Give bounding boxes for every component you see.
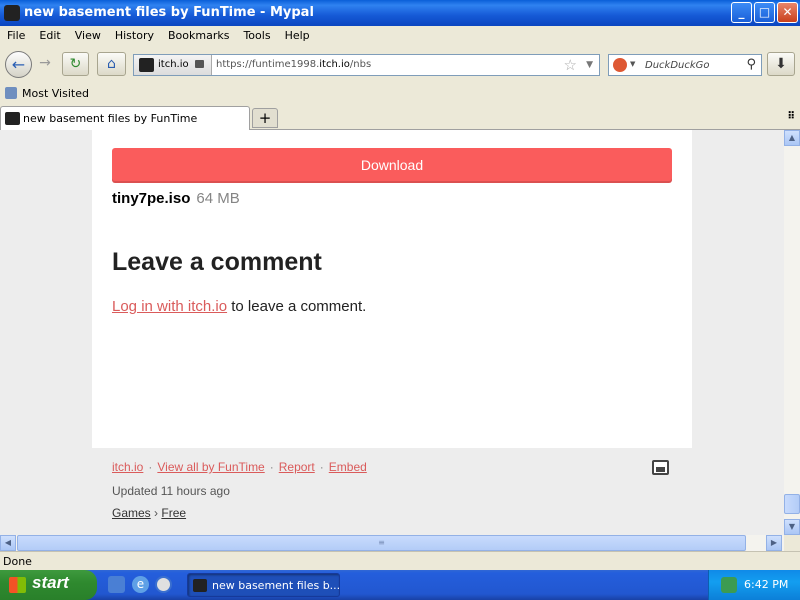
page-footer: itch.io · View all by FunTime · Report · Embed… — [112, 460, 682, 520]
footer-link-view-all[interactable]: View all by FunTime — [157, 460, 264, 474]
footer-link-itchio[interactable]: itch.io — [112, 460, 143, 474]
scroll-left-arrow-icon[interactable]: ◀ — [0, 535, 16, 551]
download-button[interactable]: Download — [112, 148, 672, 183]
login-suffix: to leave a comment. — [227, 298, 367, 315]
menu-edit[interactable]: Edit — [32, 26, 67, 46]
page-viewport: Download tiny7pe.iso 64 MB Leave a commen… — [0, 130, 784, 535]
url-path: /nbs — [349, 59, 372, 70]
menu-help[interactable]: Help — [278, 26, 317, 46]
menu-history[interactable]: History — [108, 26, 161, 46]
content-card: Download tiny7pe.iso 64 MB Leave a commen… — [92, 130, 692, 448]
breadcrumb-separator: › — [154, 506, 159, 520]
navigation-bar: ← → ↻ ⌂ itch.io https://funtime1998.itch… — [0, 46, 800, 82]
taskbar-item-icon — [193, 579, 207, 592]
footer-separator: · — [148, 460, 153, 474]
footer-link-embed[interactable]: Embed — [329, 460, 367, 474]
app-icon — [4, 5, 20, 21]
lock-icon — [195, 60, 204, 68]
url-text[interactable]: https://funtime1998.itch.io/nbs — [216, 59, 371, 70]
scroll-up-arrow-icon[interactable]: ▲ — [784, 130, 800, 146]
scroll-right-arrow-icon[interactable]: ▶ — [766, 535, 782, 551]
file-name: tiny7pe.iso — [112, 190, 191, 207]
vertical-scroll-thumb[interactable] — [784, 494, 800, 514]
search-placeholder: DuckDuckGo — [645, 60, 710, 71]
menu-bar: File Edit View History Bookmarks Tools H… — [0, 26, 800, 46]
menu-file[interactable]: File — [0, 26, 32, 46]
footer-link-report[interactable]: Report — [279, 460, 315, 474]
breadcrumb-free[interactable]: Free — [161, 506, 186, 520]
url-bar[interactable]: itch.io https://funtime1998.itch.io/nbs … — [133, 54, 600, 76]
system-tray: 6:42 PM — [708, 570, 800, 600]
close-button[interactable]: ✕ — [777, 2, 798, 23]
tab-active[interactable]: new basement files by FunTime — [0, 106, 250, 130]
start-label: start — [32, 573, 69, 592]
maximize-button[interactable]: □ — [754, 2, 775, 23]
windows-flag-icon — [9, 577, 26, 593]
menu-bookmarks[interactable]: Bookmarks — [161, 26, 236, 46]
search-icon[interactable]: ⚲ — [746, 57, 756, 72]
clock[interactable]: 6:42 PM — [744, 578, 788, 591]
quicklaunch-media-icon[interactable] — [108, 576, 125, 593]
start-button[interactable]: start — [0, 570, 97, 600]
site-identity-label: itch.io — [158, 59, 189, 70]
menu-view[interactable]: View — [68, 26, 108, 46]
vertical-scrollbar[interactable]: ▲ ▼ — [784, 130, 800, 535]
taskbar-window-item[interactable]: new basement files b... — [187, 573, 340, 597]
forward-arrow-icon[interactable]: → — [33, 52, 57, 76]
reload-icon[interactable]: ↻ — [62, 52, 89, 76]
url-dropdown-icon[interactable]: ▼ — [586, 60, 593, 70]
network-tray-icon[interactable] — [721, 577, 737, 593]
bookmarks-bar: Most Visited — [0, 84, 800, 104]
login-link[interactable]: Log in with itch.io — [112, 298, 227, 315]
footer-separator: · — [319, 460, 324, 474]
status-text: Done — [3, 555, 32, 568]
horizontal-scrollbar[interactable]: ◀ ≡ ▶ — [0, 535, 784, 551]
bookmark-star-icon[interactable]: ☆ — [564, 56, 577, 74]
breadcrumb-games[interactable]: Games — [112, 506, 151, 520]
bookmark-folder-icon — [5, 87, 17, 99]
comment-heading: Leave a comment — [112, 248, 322, 276]
search-bar[interactable]: ▼ DuckDuckGo ⚲ — [608, 54, 762, 76]
taskbar-item-label: new basement files b... — [212, 579, 340, 592]
url-domain: itch.io — [319, 59, 350, 70]
duckduckgo-icon[interactable] — [613, 58, 627, 72]
downloads-icon[interactable]: ⬇ — [767, 52, 795, 76]
tab-label: new basement files by FunTime — [23, 112, 198, 125]
tab-favicon-icon — [5, 112, 20, 125]
file-size: 64 MB — [196, 190, 240, 207]
most-visited-label: Most Visited — [22, 87, 89, 100]
file-entry: tiny7pe.iso 64 MB — [112, 190, 240, 207]
horizontal-scroll-thumb[interactable]: ≡ — [17, 535, 746, 551]
home-icon[interactable]: ⌂ — [97, 52, 126, 76]
most-visited-bookmark[interactable]: Most Visited — [5, 87, 89, 100]
footer-links: itch.io · View all by FunTime · Report · Embed — [112, 460, 682, 474]
menu-tools[interactable]: Tools — [236, 26, 277, 46]
tab-list-icon[interactable]: ⠿ — [787, 111, 795, 122]
footer-separator: · — [269, 460, 274, 474]
quicklaunch-ie-icon[interactable]: e — [132, 576, 149, 593]
new-tab-button[interactable]: + — [252, 108, 278, 128]
quicklaunch-app-icon[interactable] — [155, 576, 172, 593]
window-title: new basement files by FunTime - Mypal — [24, 5, 314, 20]
updated-text: Updated 11 hours ago — [112, 484, 230, 498]
breadcrumb: Games › Free — [112, 506, 186, 520]
minimize-button[interactable]: _ — [731, 2, 752, 23]
scroll-down-arrow-icon[interactable]: ▼ — [784, 519, 800, 535]
title-bar: new basement files by FunTime - Mypal _ … — [0, 0, 800, 26]
search-engine-dropdown-icon[interactable]: ▼ — [630, 60, 635, 68]
back-arrow-icon[interactable]: ← — [5, 51, 32, 78]
comment-prompt: Log in with itch.io to leave a comment. — [112, 298, 366, 315]
tab-bar: new basement files by FunTime + ⠿ — [0, 104, 800, 130]
site-favicon-icon — [139, 58, 154, 72]
status-bar: Done — [0, 551, 800, 570]
embed-store-icon[interactable] — [652, 460, 669, 475]
site-identity-button[interactable]: itch.io — [134, 55, 212, 75]
scrollbar-corner — [784, 535, 800, 551]
taskbar: start e new basement files b... 6:42 PM — [0, 570, 800, 600]
url-prefix: https://funtime1998. — [216, 59, 320, 70]
